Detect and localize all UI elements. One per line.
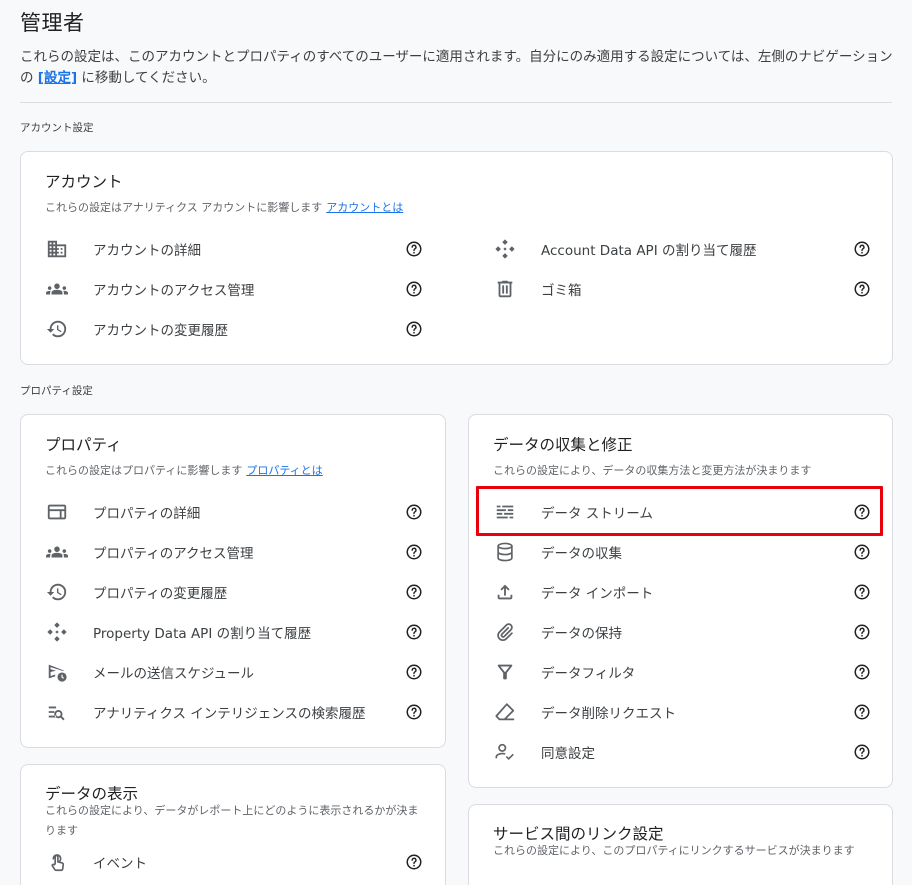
api-icon [45, 620, 69, 644]
card-desc: これらの設定により、データがレポート上にどのように表示されるかが決まります [45, 804, 419, 837]
menu-item-property-history[interactable]: プロパティの変更履歴 [33, 576, 431, 608]
menu-item-data-collection[interactable]: データの収集 [481, 536, 879, 568]
card-desc: これらの設定はプロパティに影響します プロパティとは [45, 464, 323, 477]
page-title: 管理者 [20, 11, 85, 35]
section-label-account: アカウント設定 [20, 122, 94, 134]
card-desc: これらの設定により、データの収集方法と変更方法が決まります [493, 464, 812, 477]
help-icon[interactable] [405, 503, 423, 521]
menu-item-consent-settings[interactable]: 同意設定 [481, 736, 879, 768]
help-icon[interactable] [405, 240, 423, 258]
help-icon[interactable] [405, 853, 423, 871]
menu-item-property-access[interactable]: プロパティのアクセス管理 [33, 536, 431, 568]
menu-item-events[interactable]: イベント [33, 846, 431, 878]
menu-item-data-retention[interactable]: データの保持 [481, 616, 879, 648]
menu-item-account-details[interactable]: アカウントの詳細 [33, 233, 431, 265]
building-icon [45, 237, 69, 261]
intro-after: に移動してください。 [77, 70, 216, 86]
what-is-account-link[interactable]: アカウントとは [326, 201, 403, 214]
attach-icon [493, 620, 517, 644]
menu-item-account-history[interactable]: アカウントの変更履歴 [33, 313, 431, 345]
people-icon [45, 277, 69, 301]
menu-item-trash[interactable]: ゴミ箱 [481, 273, 879, 305]
help-icon[interactable] [405, 703, 423, 721]
menu-item-property-details[interactable]: プロパティの詳細 [33, 496, 431, 528]
help-icon[interactable] [405, 320, 423, 338]
web-icon [45, 500, 69, 524]
help-icon[interactable] [853, 280, 871, 298]
search-list-icon [45, 700, 69, 724]
filter-icon [493, 660, 517, 684]
database-icon [493, 540, 517, 564]
help-icon[interactable] [853, 663, 871, 681]
intro-text: これらの設定は、このアカウントとプロパティのすべてのユーザーに適用されます。自分… [20, 47, 900, 89]
history-icon [45, 317, 69, 341]
menu-item-intelligence-history[interactable]: アナリティクス インテリジェンスの検索履歴 [33, 696, 431, 728]
api-icon [493, 237, 517, 261]
eraser-icon [493, 700, 517, 724]
menu-item-email-schedule[interactable]: メールの送信スケジュール [33, 656, 431, 688]
help-icon[interactable] [853, 623, 871, 641]
property-card: プロパティ これらの設定はプロパティに影響します プロパティとは プロパティの詳細… [20, 414, 446, 748]
menu-item-data-streams[interactable]: データ ストリーム [481, 496, 879, 528]
card-desc: これらの設定により、このプロパティにリンクするサービスが決まります [493, 844, 855, 857]
divider [20, 102, 892, 103]
data-display-card: データの表示 これらの設定により、データがレポート上にどのように表示されるかが決… [20, 764, 446, 885]
section-label-property: プロパティ設定 [20, 385, 93, 397]
help-icon[interactable] [405, 663, 423, 681]
help-icon[interactable] [853, 743, 871, 761]
card-title: データの収集と修正 [493, 436, 633, 454]
help-icon[interactable] [853, 503, 871, 521]
schedule-send-icon [45, 660, 69, 684]
help-icon[interactable] [405, 280, 423, 298]
help-icon[interactable] [853, 240, 871, 258]
menu-item-data-filters[interactable]: データフィルタ [481, 656, 879, 688]
menu-item-property-api-history[interactable]: Property Data API の割り当て履歴 [33, 616, 431, 648]
help-icon[interactable] [405, 543, 423, 561]
help-icon[interactable] [405, 583, 423, 601]
trash-icon [493, 277, 517, 301]
menu-item-data-deletion[interactable]: データ削除リクエスト [481, 696, 879, 728]
help-icon[interactable] [853, 583, 871, 601]
consent-icon [493, 740, 517, 764]
touch-icon [45, 850, 69, 874]
menu-item-account-api-history[interactable]: Account Data API の割り当て履歴 [481, 233, 879, 265]
card-desc: これらの設定はアナリティクス アカウントに影響します アカウントとは [45, 201, 404, 214]
stream-icon [493, 500, 517, 524]
menu-item-data-import[interactable]: データ インポート [481, 576, 879, 608]
history-icon [45, 580, 69, 604]
people-icon [45, 540, 69, 564]
menu-item-account-access[interactable]: アカウントのアクセス管理 [33, 273, 431, 305]
help-icon[interactable] [853, 543, 871, 561]
help-icon[interactable] [853, 703, 871, 721]
help-icon[interactable] [405, 623, 423, 641]
product-links-card: サービス間のリンク設定 これらの設定により、このプロパティにリンクするサービスが… [468, 804, 893, 885]
card-title: プロパティ [45, 436, 122, 454]
data-collection-card: データの収集と修正 これらの設定により、データの収集方法と変更方法が決まります … [468, 414, 893, 788]
account-card: アカウント これらの設定はアナリティクス アカウントに影響します アカウントとは … [20, 151, 893, 365]
card-title: アカウント [45, 173, 123, 191]
upload-icon [493, 580, 517, 604]
settings-link[interactable]: [設定] [38, 70, 77, 86]
what-is-property-link[interactable]: プロパティとは [246, 464, 322, 477]
